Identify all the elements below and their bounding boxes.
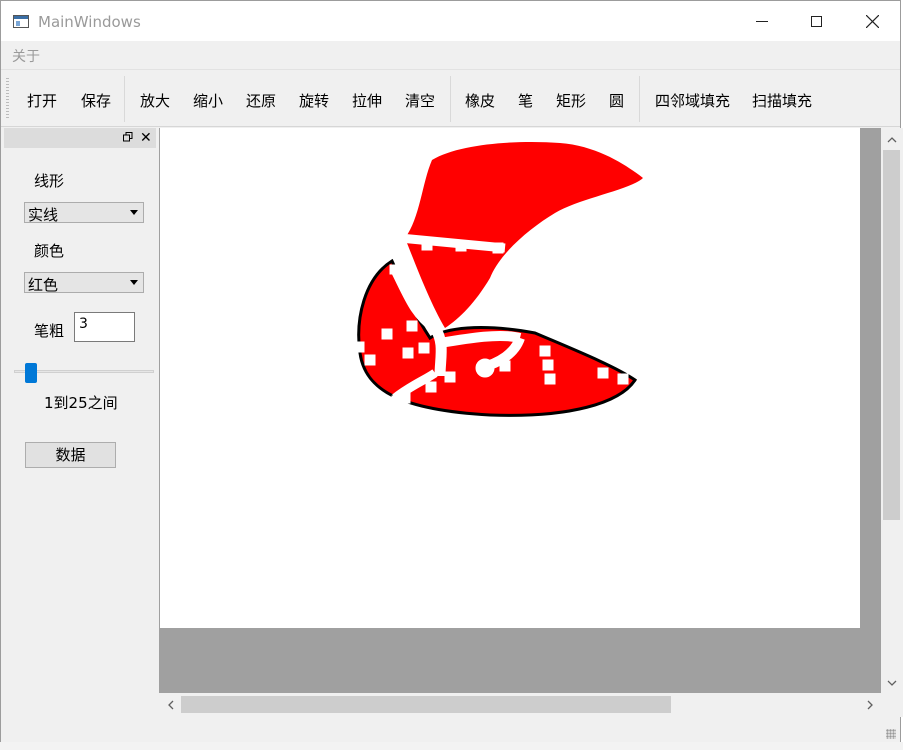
- scroll-area[interactable]: [159, 128, 881, 693]
- drawing-canvas[interactable]: [160, 128, 860, 628]
- toolbar: 打开 保存 放大 缩小 还原 旋转 拉伸 清空 橡皮 笔 矩形 圆 四邻域填充 …: [1, 69, 900, 127]
- data-button[interactable]: 数据: [25, 442, 116, 468]
- drawn-shape-upper: [405, 141, 643, 328]
- chevron-down-icon: [130, 280, 138, 285]
- toolbar-separator: [639, 76, 640, 122]
- line-style-value: 实线: [28, 206, 59, 224]
- minimize-icon: [756, 20, 768, 22]
- dock-title-bar[interactable]: ✕: [4, 128, 156, 148]
- background-strip: [0, 742, 903, 750]
- chevron-down-icon: [130, 210, 138, 215]
- scroll-left-icon[interactable]: [163, 697, 179, 713]
- menu-about[interactable]: 关于: [12, 46, 40, 66]
- rectangle-button[interactable]: 矩形: [556, 90, 586, 111]
- scroll-right-icon[interactable]: [862, 697, 878, 713]
- toolbar-separator: [124, 76, 125, 122]
- pen-width-input[interactable]: 3: [74, 312, 135, 342]
- pen-width-label: 笔粗: [34, 322, 65, 340]
- scroll-up-icon[interactable]: [884, 132, 900, 148]
- zoom-out-button[interactable]: 缩小: [193, 90, 223, 111]
- clear-button[interactable]: 清空: [405, 90, 435, 111]
- horizontal-scrollbar[interactable]: [159, 693, 881, 717]
- app-icon: [13, 15, 29, 28]
- line-style-label: 线形: [34, 172, 65, 190]
- stretch-button[interactable]: 拉伸: [352, 90, 382, 111]
- pen-button[interactable]: 笔: [518, 90, 533, 111]
- menu-bar: 关于: [1, 41, 900, 67]
- maximize-icon: [810, 15, 822, 27]
- toolbar-grip[interactable]: [6, 78, 9, 118]
- toolbar-separator: [450, 76, 451, 122]
- eraser-button[interactable]: 橡皮: [465, 90, 495, 111]
- scanline-fill-button[interactable]: 扫描填充: [752, 90, 812, 111]
- color-label: 颜色: [34, 242, 65, 260]
- dock-close-icon[interactable]: ✕: [140, 131, 152, 145]
- color-select[interactable]: 红色: [24, 272, 144, 294]
- vertical-scrollbar[interactable]: [881, 128, 903, 693]
- scroll-down-icon[interactable]: [884, 675, 900, 691]
- rotate-button[interactable]: 旋转: [299, 90, 329, 111]
- drawing: [353, 141, 643, 417]
- vertical-scroll-thumb[interactable]: [883, 150, 900, 520]
- size-grip-icon[interactable]: [886, 729, 896, 739]
- pen-width-value: 3: [79, 316, 88, 332]
- scroll-corner: [881, 693, 903, 717]
- close-button[interactable]: [847, 1, 897, 41]
- restore-button[interactable]: 还原: [246, 90, 276, 111]
- color-value: 红色: [28, 276, 59, 294]
- dock-panel: ✕ 线形 实线 颜色 红色 笔粗 3 1到25之间 数据: [4, 128, 156, 738]
- line-style-select[interactable]: 实线: [24, 202, 144, 224]
- four-neighbor-fill-button[interactable]: 四邻域填充: [655, 90, 730, 111]
- horizontal-scroll-thumb[interactable]: [181, 696, 671, 713]
- close-icon: [865, 14, 879, 28]
- minimize-button[interactable]: [737, 1, 787, 41]
- range-hint: 1到25之间: [44, 394, 118, 412]
- window-title: MainWindows: [38, 13, 141, 31]
- status-bar: [1, 717, 900, 743]
- maximize-button[interactable]: [791, 1, 841, 41]
- main-window: MainWindows 关于 打开 保存 放大 缩小 还原 旋转 拉伸 清空 橡…: [0, 0, 903, 743]
- open-button[interactable]: 打开: [27, 90, 57, 111]
- circle-button[interactable]: 圆: [609, 90, 624, 111]
- zoom-in-button[interactable]: 放大: [140, 90, 170, 111]
- title-bar[interactable]: MainWindows: [1, 1, 900, 41]
- slider-handle[interactable]: [25, 363, 37, 383]
- float-icon[interactable]: [123, 132, 133, 142]
- save-button[interactable]: 保存: [81, 90, 111, 111]
